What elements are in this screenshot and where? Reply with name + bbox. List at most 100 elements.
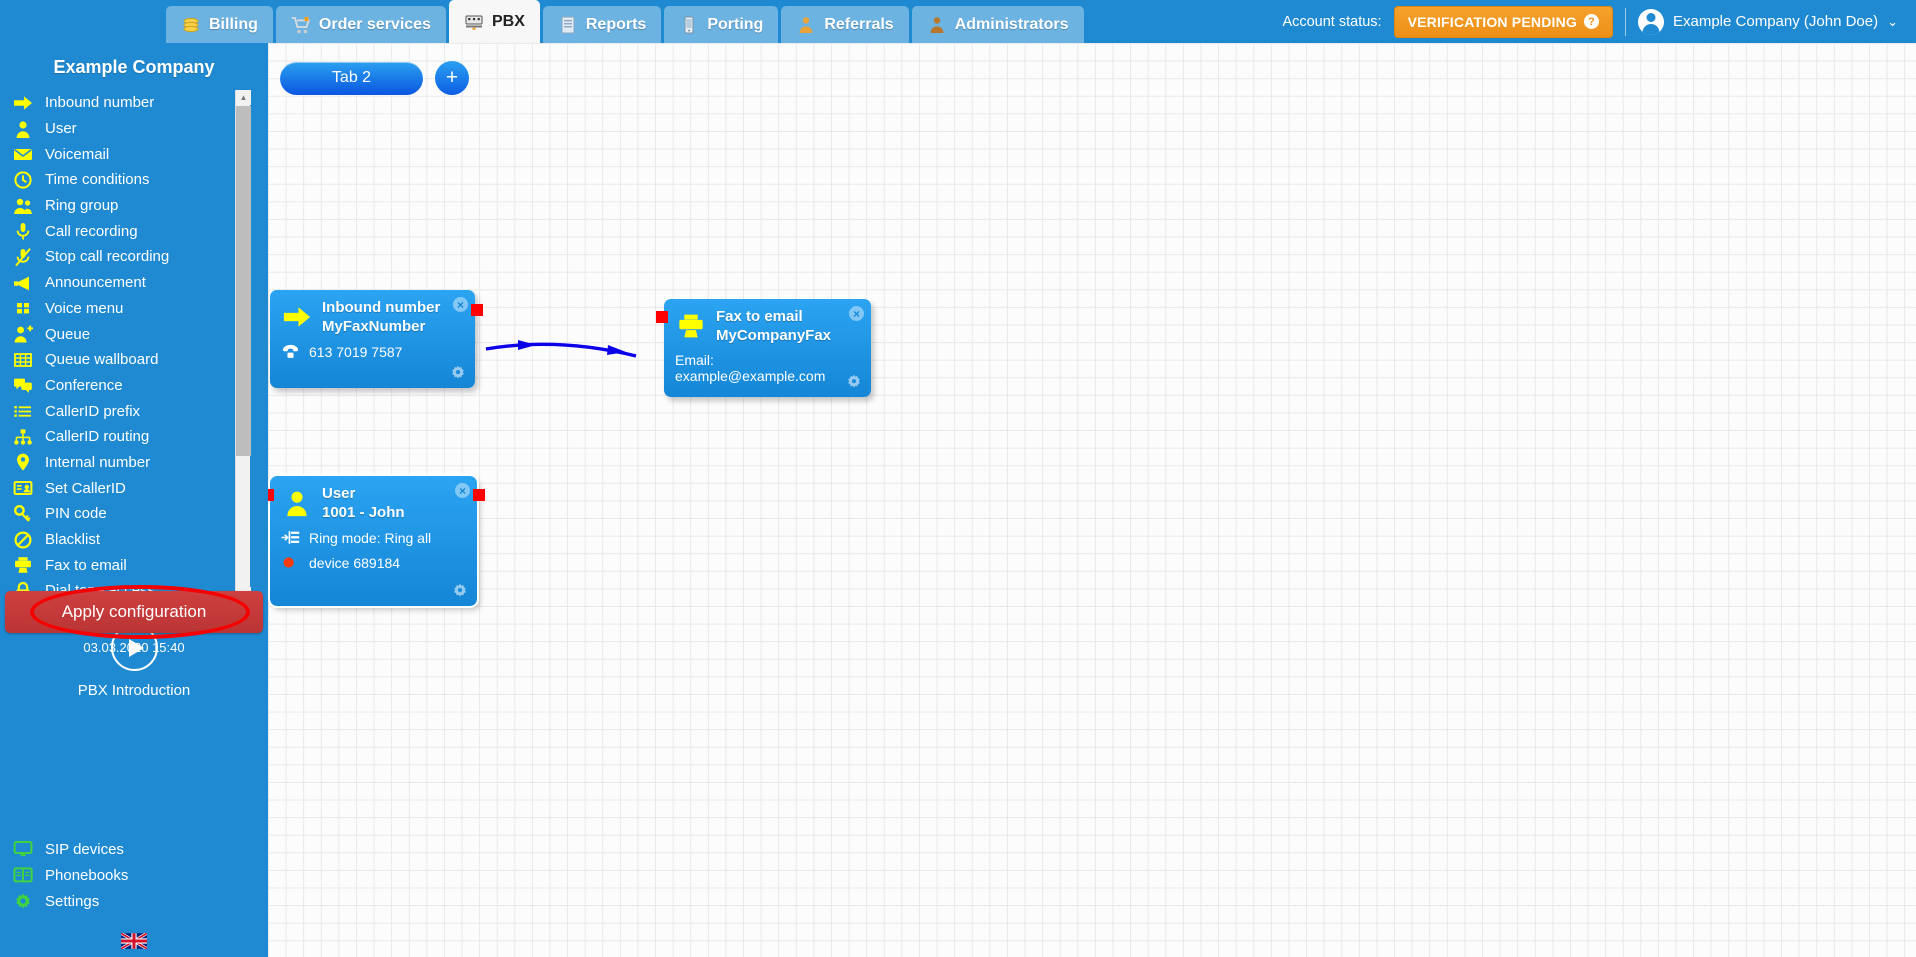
node-detail-row: Ring mode: Ring all [270, 525, 477, 550]
nav-left-spacer [0, 0, 166, 43]
sidebar-item-callerid-prefix[interactable]: CallerID prefix [12, 398, 268, 424]
sidebar-item-label: Set CallerID [45, 479, 126, 497]
person-icon [16, 120, 30, 138]
close-icon[interactable]: × [455, 483, 470, 498]
sidebar-item-settings[interactable]: Settings [12, 888, 128, 914]
administrators-person-icon [930, 16, 944, 33]
nav-tab-administrators[interactable]: Administrators [911, 6, 1084, 43]
megaphone-icon [14, 276, 29, 291]
sidebar-item-voicemail[interactable]: Voicemail [12, 141, 268, 167]
sidebar-item-label: User [45, 120, 77, 138]
nav-tab-billing[interactable]: Billing [166, 6, 273, 43]
node-input-port[interactable] [268, 489, 274, 501]
flow-node-user[interactable]: User 1001 - John × Ring mode: Ring all d… [268, 474, 485, 608]
gear-icon[interactable] [845, 373, 863, 391]
sidebar-item-time-conditions[interactable]: Time conditions [12, 167, 268, 193]
coins-icon [183, 17, 199, 32]
node-name-label: MyFaxNumber [322, 318, 426, 335]
envelope-icon [14, 149, 32, 161]
nav-tab-pbx[interactable]: PBX [448, 0, 540, 43]
sidebar-item-label: SIP devices [45, 840, 124, 858]
sidebar-item-ring-group[interactable]: Ring group [12, 193, 268, 219]
nav-tab-order-services-label: Order services [318, 15, 431, 33]
sidebar-item-label: Voicemail [45, 145, 110, 163]
plus-icon: + [445, 65, 459, 89]
sidebar-item-blacklist[interactable]: Blacklist [12, 527, 268, 553]
sidebar-item-queue[interactable]: Queue [12, 321, 268, 347]
nav-tab-reports-label: Reports [585, 15, 647, 33]
sidebar-item-label: PIN code [45, 505, 107, 523]
id-card-icon [13, 481, 33, 496]
add-tab-button[interactable]: + [435, 61, 469, 95]
nav-tab-referrals[interactable]: Referrals [781, 6, 909, 43]
language-selector[interactable] [0, 933, 268, 949]
connector-inbound-to-fax [485, 342, 637, 358]
arrow-right-icon [14, 96, 32, 110]
scrollbar-thumb[interactable] [236, 106, 251, 456]
gear-icon[interactable] [451, 582, 469, 600]
node-detail-text: Email: example@example.com [675, 352, 826, 384]
pbx-flow-canvas[interactable]: Tab 2 + Inbound number MyFaxNumber × 613… [268, 43, 1916, 957]
sidebar-item-conference[interactable]: Conference [12, 373, 268, 399]
sidebar-item-phonebooks[interactable]: Phonebooks [12, 862, 128, 888]
scrollbar-up-button[interactable]: ▲ [236, 90, 251, 105]
sidebar-item-queue-wallboard[interactable]: Queue wallboard [12, 347, 268, 373]
node-input-port[interactable] [656, 311, 668, 323]
book-icon [13, 867, 33, 883]
microphone-icon [16, 223, 30, 240]
sidebar-item-callerid-routing[interactable]: CallerID routing [12, 424, 268, 450]
nav-tab-administrators-label: Administrators [954, 15, 1069, 33]
ring-mode-icon [281, 531, 300, 544]
top-navigation-bar: Billing Order services PBX Reports Porti… [0, 0, 1916, 43]
sidebar-item-set-callerid[interactable]: Set CallerID [12, 475, 268, 501]
sidebar-item-sip-devices[interactable]: SIP devices [12, 836, 128, 862]
sidebar-item-label: Settings [45, 892, 100, 910]
nav-tab-porting[interactable]: Porting [664, 6, 779, 43]
sidebar-item-label: Voice menu [45, 299, 124, 317]
apply-configuration-button[interactable]: Apply configuration [5, 591, 263, 633]
sidebar-item-label: Queue wallboard [45, 351, 159, 369]
microphone-muted-icon [15, 248, 31, 267]
node-output-port[interactable] [473, 489, 485, 501]
last-applied-timestamp: 03.03.2020 15:40 [83, 640, 185, 655]
sidebar-item-inbound-number[interactable]: Inbound number [12, 90, 268, 116]
sidebar-item-stop-call-recording[interactable]: Stop call recording [12, 244, 268, 270]
user-account-menu[interactable]: Example Company (John Doe) ⌄ [1638, 8, 1898, 35]
node-output-port[interactable] [471, 304, 483, 316]
uk-flag-icon[interactable] [121, 933, 147, 949]
table-grid-icon [14, 352, 32, 367]
verification-pending-badge[interactable]: VERIFICATION PENDING ? [1393, 5, 1613, 38]
nav-tab-reports[interactable]: Reports [542, 6, 662, 43]
verification-pending-label: VERIFICATION PENDING [1407, 13, 1577, 30]
reports-icon [561, 16, 575, 33]
clock-icon [14, 171, 32, 189]
sidebar-menu-list: Inbound number User Voicemail Time condi… [0, 90, 268, 602]
nav-tab-billing-label: Billing [209, 15, 258, 33]
gear-icon[interactable] [449, 364, 467, 382]
sidebar-item-pin-code[interactable]: PIN code [12, 501, 268, 527]
account-status-label: Account status: [1282, 13, 1382, 30]
monitor-icon [13, 841, 33, 856]
flow-node-inbound-number[interactable]: Inbound number MyFaxNumber × 613 7019 75… [270, 290, 483, 388]
close-icon[interactable]: × [849, 306, 864, 321]
sidebar-item-internal-number[interactable]: Internal number [12, 450, 268, 476]
pbx-introduction-label: PBX Introduction [77, 682, 191, 699]
close-icon[interactable]: × [453, 297, 468, 312]
sidebar-item-fax-to-email[interactable]: Fax to email [12, 552, 268, 578]
sidebar-scrollbar[interactable]: ▲ ▼ [235, 90, 251, 602]
printer-icon [679, 314, 703, 338]
nav-tab-order-services[interactable]: Order services [275, 6, 446, 43]
sidebar-item-call-recording[interactable]: Call recording [12, 218, 268, 244]
flow-tab-2[interactable]: Tab 2 [280, 61, 423, 95]
sidebar-company-title: Example Company [53, 57, 215, 77]
apply-configuration-area: Apply configuration 03.03.2020 15:40 [0, 585, 268, 655]
main-nav-tabs: Billing Order services PBX Reports Porti… [166, 0, 1087, 43]
flow-node-fax-to-email[interactable]: Fax to email MyCompanyFax × Email: examp… [656, 299, 871, 397]
no-entry-icon [14, 531, 32, 549]
telephone-icon [282, 344, 299, 358]
sidebar-item-user[interactable]: User [12, 116, 268, 142]
help-question-icon[interactable]: ? [1584, 14, 1599, 29]
sidebar-item-label: Phonebooks [45, 866, 129, 884]
sidebar-item-voice-menu[interactable]: Voice menu [12, 296, 268, 322]
sidebar-item-announcement[interactable]: Announcement [12, 270, 268, 296]
